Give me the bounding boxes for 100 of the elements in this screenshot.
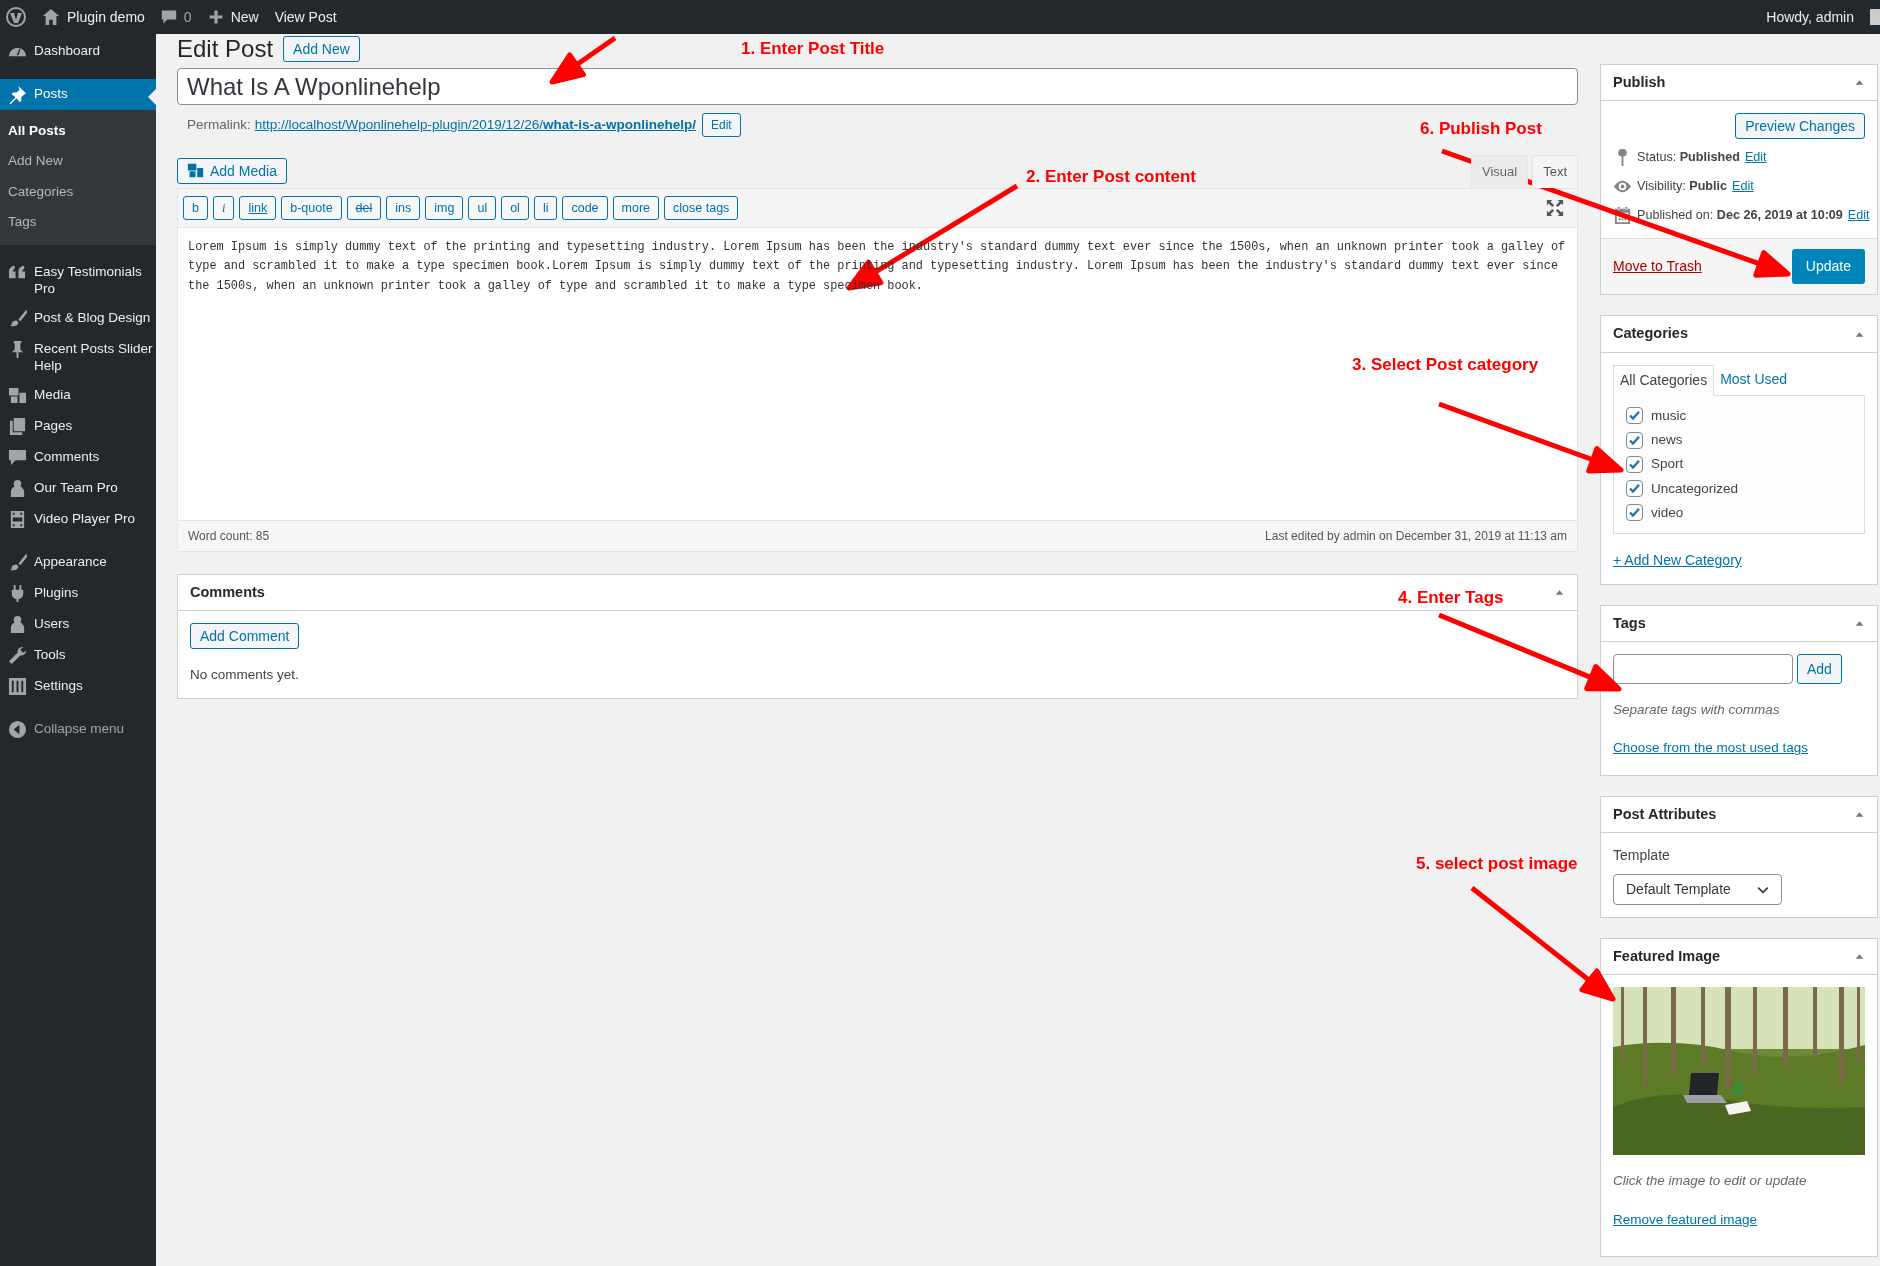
category-label: Uncategorized <box>1651 479 1739 498</box>
view-post-link[interactable]: View Post <box>274 6 337 28</box>
checkbox[interactable] <box>1626 407 1643 425</box>
sidebar-item[interactable]: Comments <box>0 442 156 473</box>
collapse-menu-button[interactable]: Collapse menu <box>0 714 156 745</box>
sidebar-item[interactable]: Recent Posts Slider Help <box>0 334 156 380</box>
sidebar-item[interactable]: Pages <box>0 411 156 442</box>
checkbox[interactable] <box>1626 480 1643 498</box>
add-tag-button[interactable]: Add <box>1797 653 1842 684</box>
box-title: Post Attributes <box>1613 805 1717 824</box>
person-icon <box>8 479 27 498</box>
sidebar-item[interactable]: Plugins <box>0 578 156 609</box>
checkbox[interactable] <box>1626 431 1643 449</box>
checkbox[interactable] <box>1626 504 1643 522</box>
tag-input-field[interactable] <box>1613 653 1793 684</box>
category-tab[interactable]: Most Used <box>1714 364 1794 395</box>
publish-status-text: Published on: Dec 26, 2019 at 10:09 <box>1637 207 1843 225</box>
annotation-label: 5. select post image <box>1416 853 1578 875</box>
submenu-item[interactable]: Categories <box>0 176 156 207</box>
edit-link[interactable]: Edit <box>1732 177 1754 197</box>
sidebar-item[interactable]: Dashboard <box>0 36 156 67</box>
add-media-button[interactable]: Add Media <box>177 157 287 184</box>
title-field[interactable]: What Is A Wponlinehelp <box>177 68 1578 105</box>
edit-link[interactable]: Edit <box>1744 148 1767 168</box>
update-button[interactable]: Update <box>1791 249 1865 285</box>
permalink-link[interactable]: http://localhost/Wponlinehelp-plugin/2019/12/26/what-is-a-wponlinehelp/ <box>254 114 696 136</box>
add-comment-button[interactable]: Add Comment <box>190 623 300 650</box>
quicktag-button[interactable]: code <box>562 195 608 220</box>
most-used-tags-link[interactable]: Choose from the most used tags <box>1613 740 1809 756</box>
comment-icon <box>160 9 177 25</box>
sidebar-item[interactable]: Post & Blog Design <box>0 303 156 334</box>
no-comments-text: No comments yet. <box>190 666 300 685</box>
template-label: Template <box>1613 846 1671 866</box>
site-logo-icon <box>6 7 26 27</box>
comments-link[interactable]: 0 <box>160 6 192 28</box>
category-label: music <box>1651 406 1687 425</box>
publish-status-text: Visibility: Public <box>1637 178 1728 196</box>
template-select[interactable]: Default Template <box>1613 874 1782 906</box>
annotation-label: 3. Select Post category <box>1352 354 1539 376</box>
fullscreen-icon[interactable] <box>1546 198 1564 217</box>
quicktag-button[interactable]: link <box>239 195 277 220</box>
publish-status-text: Status: Published <box>1637 149 1740 167</box>
permalink-label: Permalink: <box>187 115 251 134</box>
arrow <box>549 35 618 85</box>
edit-button[interactable]: Edit <box>702 113 741 137</box>
featured-image-hint: Click the image to edit or update <box>1613 1172 1808 1191</box>
quicktag-button[interactable]: more <box>612 195 660 220</box>
account-link[interactable]: Howdy, admin <box>1766 6 1854 28</box>
quicktag-button[interactable]: li <box>533 195 558 220</box>
comment-icon <box>8 448 27 467</box>
last-edited-text: Last edited by admin on December 31, 2019 at 11:13 am <box>1265 528 1567 545</box>
new-link[interactable]: New <box>207 6 259 28</box>
quicktag-button[interactable]: ol <box>501 195 529 220</box>
sidebar-item[interactable]: Easy Testimonials Pro <box>0 257 156 303</box>
preview-changes-button[interactable]: Preview Changes <box>1735 113 1865 140</box>
avatar-icon <box>1870 9 1880 25</box>
annotation-label: 4. Enter Tags <box>1398 587 1504 609</box>
site-link[interactable]: Plugin demo <box>42 6 145 28</box>
move-to-trash-link[interactable]: Move to Trash <box>1613 256 1702 278</box>
editor-tab[interactable]: Text <box>1532 155 1578 188</box>
quicktag-button[interactable]: i <box>212 195 235 220</box>
pin-icon <box>8 85 27 104</box>
add-new-button[interactable]: Add New <box>283 36 360 62</box>
user-icon <box>8 615 27 634</box>
film-icon <box>8 510 27 529</box>
category-tab[interactable]: All Categories <box>1613 364 1715 396</box>
media-icon <box>187 162 204 179</box>
category-label: video <box>1651 503 1684 522</box>
sidebar-item[interactable]: Our Team Pro <box>0 473 156 504</box>
sidebar-item[interactable]: Users <box>0 609 156 640</box>
sidebar-item[interactable]: Appearance <box>0 547 156 578</box>
submenu-item[interactable]: All Posts <box>0 116 156 147</box>
annotation-label: 2. Enter Post content <box>1026 166 1197 188</box>
sidebar-item[interactable]: Media <box>0 380 156 411</box>
plus-icon <box>207 9 224 25</box>
quicktag-button[interactable]: del <box>346 195 382 220</box>
annotation-label: 1. Enter Post Title <box>741 38 885 60</box>
sidebar-item[interactable]: Settings <box>0 671 156 702</box>
quicktag-button[interactable]: img <box>425 195 464 220</box>
quicktag-button[interactable]: close tags <box>664 195 739 220</box>
add-category-link[interactable]: + Add New Category <box>1613 550 1742 572</box>
quicktag-button[interactable]: ins <box>386 195 421 220</box>
submenu-item[interactable]: Add New <box>0 146 156 177</box>
submenu-item[interactable]: Tags <box>0 206 156 237</box>
settings-icon <box>8 677 27 696</box>
edit-link[interactable]: Edit <box>1847 206 1870 226</box>
checkbox[interactable] <box>1626 455 1643 473</box>
quicktag-button[interactable]: ul <box>468 195 497 220</box>
remove-featured-image-link[interactable]: Remove featured image <box>1613 1211 1758 1227</box>
quicktag-button[interactable]: b <box>183 195 208 220</box>
brush-icon <box>8 553 27 572</box>
media-icon <box>8 386 27 405</box>
wrench-icon <box>8 646 27 665</box>
editor-tab[interactable]: Visual <box>1470 155 1529 188</box>
sidebar-item[interactable]: Video Player Pro <box>0 504 156 535</box>
sidebar-item[interactable]: Posts <box>0 79 156 110</box>
annotation-label: 6. Publish Post <box>1420 118 1542 140</box>
quicktag-button[interactable]: b-quote <box>281 195 342 220</box>
sidebar-item[interactable]: Tools <box>0 640 156 671</box>
page-heading: Edit Post <box>177 34 274 64</box>
